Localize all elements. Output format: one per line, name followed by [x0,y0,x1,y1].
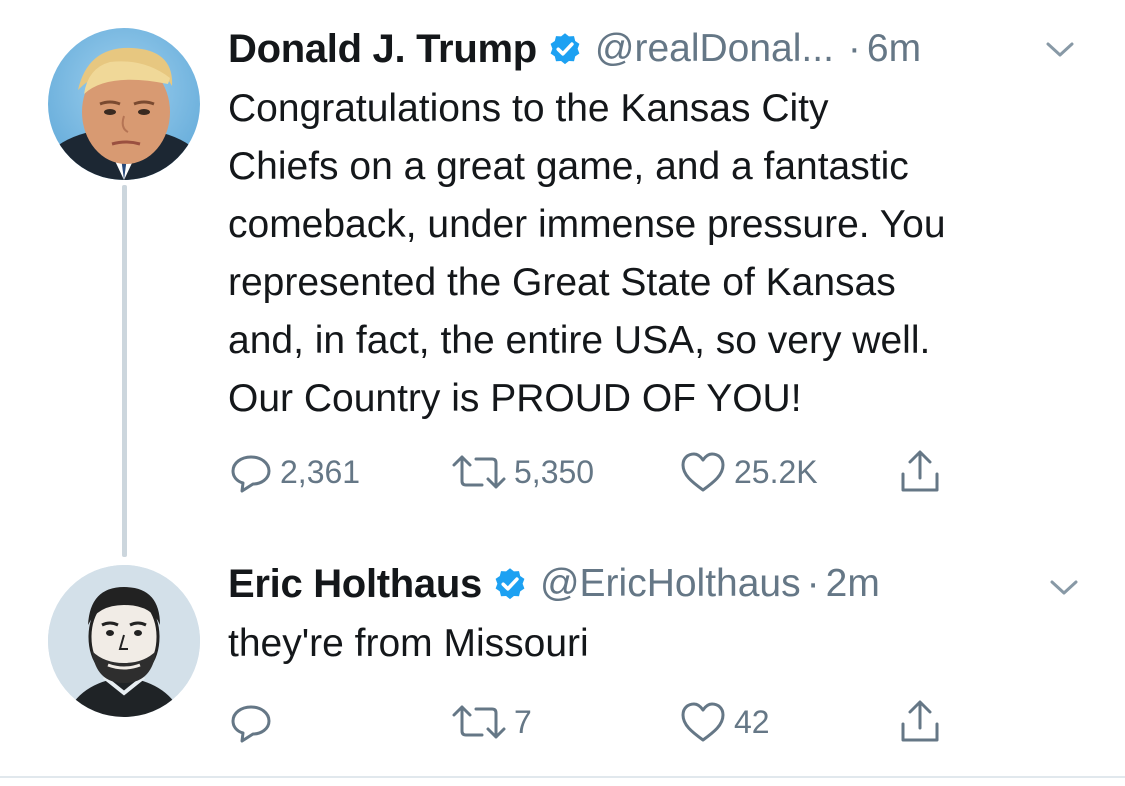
like-count: 25.2K [734,453,818,490]
divider [0,776,1125,778]
tweet-header: Donald J. Trump @realDonal... · 6m [228,24,921,74]
avatar[interactable] [48,28,200,180]
like-count: 42 [734,703,770,740]
reply-count: 2,361 [280,453,361,490]
share-icon [901,450,939,492]
verified-badge-icon [550,33,580,65]
tweet-text: Congratulations to the Kansas City Chief… [228,87,946,420]
verified-badge-icon [495,568,525,600]
like-button[interactable]: 25.2K [678,447,818,497]
display-name[interactable]: Eric Holthaus [228,562,482,607]
like-button[interactable]: 42 [678,697,770,747]
reply-button[interactable]: 2,361 [228,447,360,497]
share-icon [901,700,939,742]
action-bar: 7 42 [228,697,988,747]
reply-icon [231,705,271,743]
like-icon [681,452,725,492]
action-bar: 2,361 5,350 25.2K [228,447,988,497]
retweet-button[interactable]: 5,350 [450,447,594,497]
reply-button[interactable] [228,697,280,747]
tweet[interactable]: Donald J. Trump @realDonal... · 6m Congr… [0,0,1125,540]
avatar[interactable] [48,565,200,717]
reply-icon [231,455,271,493]
retweet-count: 7 [514,703,532,740]
share-button[interactable] [896,697,944,747]
retweet-button[interactable]: 7 [450,697,532,747]
display-name[interactable]: Donald J. Trump [228,27,537,72]
user-handle[interactable]: @realDonal... [595,27,834,71]
retweet-icon [452,705,506,739]
caret-down-icon[interactable] [1042,36,1078,62]
user-handle[interactable]: @EricHolthaus [540,562,801,606]
separator: · [847,27,861,70]
timestamp[interactable]: 2m [826,562,880,606]
tweet-text: they're from Missouri [228,622,589,665]
timestamp[interactable]: 6m [867,27,921,71]
tweet[interactable]: Eric Holthaus @EricHolthaus · 2m they're… [0,540,1125,776]
caret-down-icon[interactable] [1046,574,1082,600]
separator: · [806,562,820,605]
retweet-count: 5,350 [514,453,595,490]
retweet-icon [452,455,506,489]
tweet-header: Eric Holthaus @EricHolthaus · 2m [228,559,880,609]
share-button[interactable] [896,447,944,497]
like-icon [681,702,725,742]
